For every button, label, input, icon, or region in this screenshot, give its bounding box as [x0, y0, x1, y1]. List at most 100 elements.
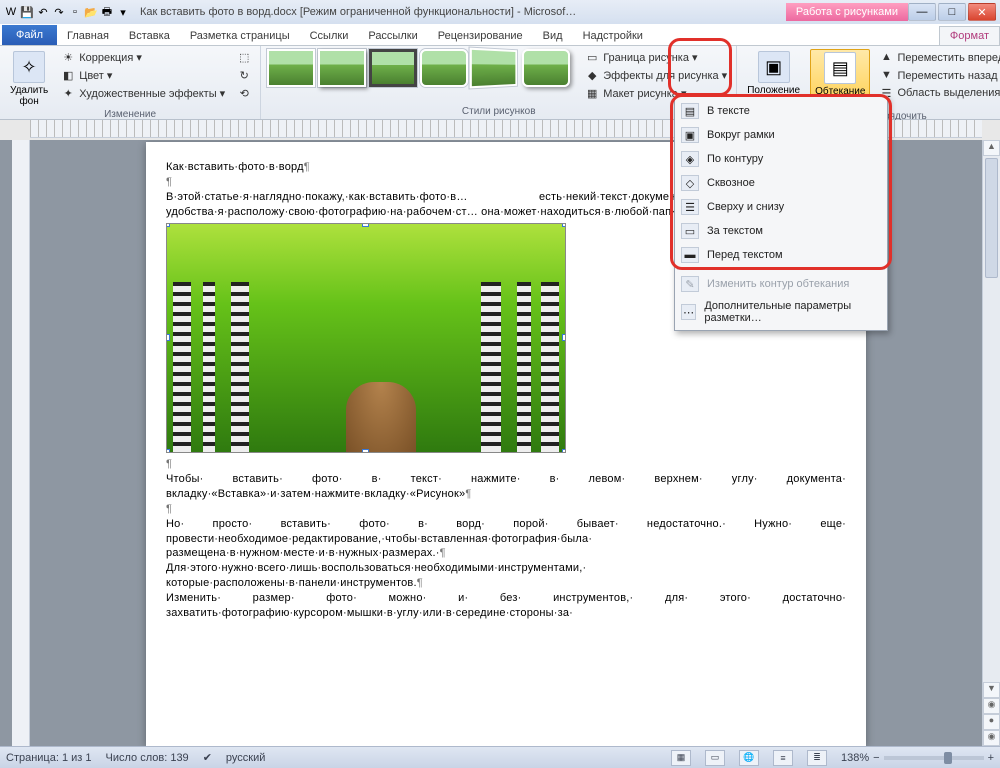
reset-icon: ⟲: [237, 86, 251, 100]
resize-handle-l[interactable]: [166, 334, 170, 341]
picture-effects-button[interactable]: ◆Эффекты для рисунка ▾: [582, 67, 730, 83]
send-back-icon: ▼: [879, 68, 893, 82]
wrap-topbot-icon: ☰: [681, 199, 699, 215]
scroll-up-arrow[interactable]: ▲: [983, 140, 1000, 156]
print-icon[interactable]: 🖶: [100, 5, 114, 19]
title-bar: W 💾 ↶ ↷ ▫ 📂 🖶 ▾ Как вставить фото в ворд…: [0, 0, 1000, 24]
status-language[interactable]: русский: [226, 752, 265, 764]
artistic-effects-button[interactable]: ✦Художественные эффекты ▾: [58, 85, 228, 101]
wrap-square-icon: ▣: [681, 127, 699, 143]
browse-object-button[interactable]: ●: [983, 714, 1000, 730]
open-icon[interactable]: 📂: [84, 5, 98, 19]
change-pic-button[interactable]: ↻: [234, 67, 254, 83]
status-proofing-icon[interactable]: ✔: [203, 751, 212, 764]
remove-bg-icon: ✧: [13, 51, 45, 83]
tab-format[interactable]: Формат: [939, 26, 1000, 45]
doc-empty-para-3: [166, 502, 846, 517]
status-zoom-pct[interactable]: 138%: [841, 752, 869, 764]
group-label-adjust: Изменение: [6, 109, 254, 120]
zoom-slider[interactable]: [884, 756, 984, 760]
compress-icon: ⬚: [237, 50, 251, 64]
window-title: Как вставить фото в ворд.docx [Режим огр…: [140, 6, 782, 18]
corrections-button[interactable]: ☀Коррекция ▾: [58, 49, 228, 65]
view-web-layout[interactable]: 🌐: [739, 750, 759, 766]
change-icon: ↻: [237, 68, 251, 82]
vertical-scrollbar[interactable]: ▲ ▼ ◉ ● ◉: [982, 140, 1000, 746]
wrap-tight-icon: ◈: [681, 151, 699, 167]
view-draft[interactable]: ≣: [807, 750, 827, 766]
undo-icon[interactable]: ↶: [36, 5, 50, 19]
status-word-count[interactable]: Число слов: 139: [106, 752, 189, 764]
tab-page-layout[interactable]: Разметка страницы: [180, 27, 300, 45]
effects-icon: ✦: [61, 86, 75, 100]
tab-addins[interactable]: Надстройки: [573, 27, 653, 45]
resize-handle-tr[interactable]: [562, 223, 566, 227]
ribbon-tabs: Файл Главная Вставка Разметка страницы С…: [0, 24, 1000, 46]
menu-tight[interactable]: ◈По контуру: [677, 147, 885, 171]
tab-mailings[interactable]: Рассылки: [358, 27, 427, 45]
menu-in-front[interactable]: ▬Перед текстом: [677, 243, 885, 267]
bring-forward-button[interactable]: ▲Переместить вперед ▾: [876, 49, 1000, 65]
save-icon[interactable]: 💾: [20, 5, 34, 19]
bring-fwd-icon: ▲: [879, 50, 893, 64]
next-page-button[interactable]: ◉: [983, 730, 1000, 746]
word-app-icon: W: [4, 5, 18, 19]
tab-file[interactable]: Файл: [2, 25, 57, 45]
window-close-button[interactable]: ✕: [968, 3, 996, 21]
resize-handle-r[interactable]: [562, 334, 566, 341]
tab-review[interactable]: Рецензирование: [428, 27, 533, 45]
window-minimize-button[interactable]: —: [908, 3, 936, 21]
selection-pane-button[interactable]: ☰Область выделения: [876, 85, 1000, 101]
status-page[interactable]: Страница: 1 из 1: [6, 752, 92, 764]
wrap-front-icon: ▬: [681, 247, 699, 263]
tab-home[interactable]: Главная: [57, 27, 119, 45]
color-icon: ◧: [61, 68, 75, 82]
compress-pic-button[interactable]: ⬚: [234, 49, 254, 65]
tab-references[interactable]: Ссылки: [300, 27, 359, 45]
redo-icon[interactable]: ↷: [52, 5, 66, 19]
resize-handle-t[interactable]: [362, 223, 369, 227]
qat-more-icon[interactable]: ▾: [116, 5, 130, 19]
zoom-in-button[interactable]: +: [988, 752, 994, 764]
border-icon: ▭: [585, 50, 599, 64]
wrap-inline-icon: ▤: [681, 103, 699, 119]
prev-page-button[interactable]: ◉: [983, 698, 1000, 714]
tab-insert[interactable]: Вставка: [119, 27, 180, 45]
color-button[interactable]: ◧Цвет ▾: [58, 67, 228, 83]
status-bar: Страница: 1 из 1 Число слов: 139 ✔ русск…: [0, 746, 1000, 768]
menu-through[interactable]: ◇Сквозное: [677, 171, 885, 195]
view-full-screen[interactable]: ▭: [705, 750, 725, 766]
group-label-styles: Стили рисунков: [267, 106, 730, 117]
menu-more-layout-options[interactable]: ⋯Дополнительные параметры разметки…: [677, 296, 885, 328]
wrap-through-icon: ◇: [681, 175, 699, 191]
window-maximize-button[interactable]: □: [938, 3, 966, 21]
resize-handle-tl[interactable]: [166, 223, 170, 227]
scroll-down-arrow[interactable]: ▼: [983, 682, 1000, 698]
resize-handle-bl[interactable]: [166, 449, 170, 453]
remove-background-button[interactable]: ✧ Удалить фон: [6, 49, 52, 109]
doc-p5: Изменить· размер· фото· можно· и· без· и…: [166, 591, 846, 621]
reset-pic-button[interactable]: ⟲: [234, 85, 254, 101]
selected-image[interactable]: [166, 223, 566, 453]
resize-handle-br[interactable]: [562, 449, 566, 453]
brightness-icon: ☀: [61, 50, 75, 64]
layout-icon: ▦: [585, 86, 599, 100]
send-backward-button[interactable]: ▼Переместить назад ▾: [876, 67, 1000, 83]
picture-border-button[interactable]: ▭Граница рисунка ▾: [582, 49, 730, 65]
scroll-thumb[interactable]: [985, 158, 998, 278]
new-icon[interactable]: ▫: [68, 5, 82, 19]
position-button[interactable]: ▣Положение: [743, 49, 804, 98]
menu-behind-text[interactable]: ▭За текстом: [677, 219, 885, 243]
view-outline[interactable]: ≡: [773, 750, 793, 766]
resize-handle-b[interactable]: [362, 449, 369, 453]
zoom-out-button[interactable]: −: [873, 752, 879, 764]
vertical-ruler[interactable]: [12, 140, 30, 746]
picture-styles-gallery[interactable]: [267, 49, 570, 87]
view-print-layout[interactable]: ▦: [671, 750, 691, 766]
tab-view[interactable]: Вид: [533, 27, 573, 45]
menu-square[interactable]: ▣Вокруг рамки: [677, 123, 885, 147]
menu-top-bottom[interactable]: ☰Сверху и снизу: [677, 195, 885, 219]
contextual-tab-title: Работа с рисунками: [786, 3, 908, 21]
pic-effects-icon: ◆: [585, 68, 599, 82]
menu-in-line[interactable]: ▤В тексте: [677, 99, 885, 123]
